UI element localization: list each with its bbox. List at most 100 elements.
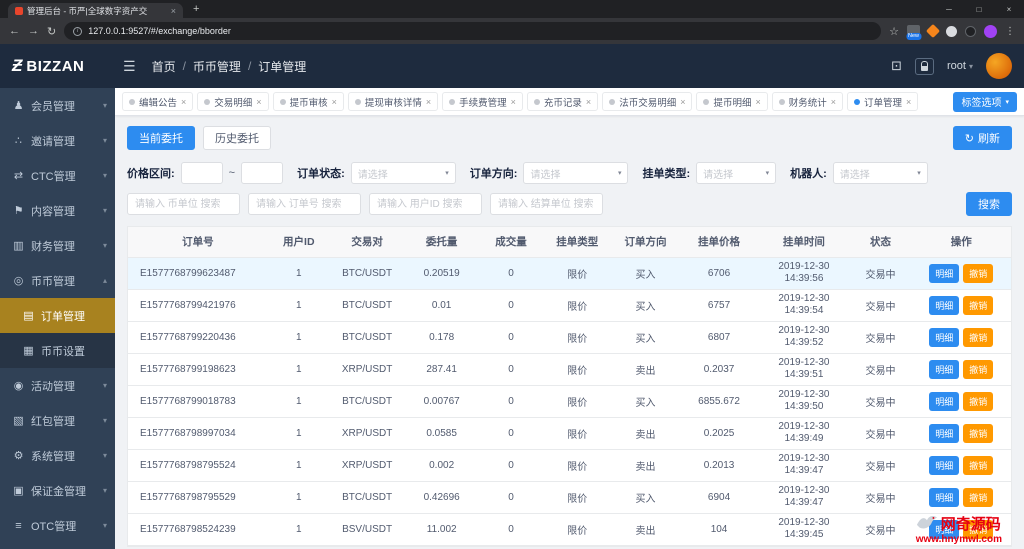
- extension-dark-icon[interactable]: [965, 25, 976, 37]
- tag-close-icon[interactable]: ×: [906, 97, 911, 107]
- detail-button[interactable]: 明细: [929, 455, 960, 475]
- detail-button[interactable]: 明细: [929, 391, 960, 411]
- browser-menu-icon[interactable]: ⋮: [1005, 26, 1015, 37]
- back-icon[interactable]: ←: [9, 25, 20, 37]
- cancel-button[interactable]: 撤销: [963, 391, 994, 411]
- robot-select[interactable]: 请选择 ▾: [832, 162, 928, 184]
- minimize-button[interactable]: ─: [934, 0, 964, 18]
- sidebar-item-margin[interactable]: ▣ 保证金管理 ▾: [0, 473, 115, 508]
- tag-close-icon[interactable]: ×: [586, 97, 591, 107]
- tag-item[interactable]: 编辑公告 ×: [122, 92, 194, 111]
- browser-tab[interactable]: 管理后台 - 币严|全球数字资产交 ×: [8, 3, 183, 18]
- tag-close-icon[interactable]: ×: [680, 97, 685, 107]
- hamburger-menu-icon[interactable]: ☰: [123, 58, 136, 75]
- tag-dot: [854, 98, 861, 105]
- tab-close-icon[interactable]: ×: [171, 6, 176, 16]
- order-type-select[interactable]: 请选择 ▾: [696, 162, 777, 184]
- tag-item[interactable]: 手续费管理 ×: [442, 92, 523, 111]
- sidebar-item-order-doc[interactable]: ▤ 订单管理: [0, 298, 115, 333]
- breadcrumb-item[interactable]: 币币管理: [193, 58, 241, 75]
- history-orders-button[interactable]: 历史委托: [203, 126, 271, 150]
- detail-button[interactable]: 明细: [929, 295, 960, 315]
- detail-button[interactable]: 明细: [929, 359, 960, 379]
- breadcrumb-item[interactable]: 订单管理: [258, 58, 306, 75]
- window-close-button[interactable]: ×: [994, 0, 1024, 18]
- sidebar-item-coin-settings[interactable]: ▦ 币币设置: [0, 333, 115, 368]
- tag-close-icon[interactable]: ×: [511, 97, 516, 107]
- sidebar-item-exchange[interactable]: ◎ 币币管理 ▴: [0, 263, 115, 298]
- tag-item[interactable]: 法币交易明细 ×: [602, 92, 693, 111]
- tag-options-button[interactable]: 标签选项 ▾: [953, 91, 1017, 112]
- sidebar-item-activity[interactable]: ◉ 活动管理 ▾: [0, 368, 115, 403]
- search-orderno-input[interactable]: [248, 193, 361, 215]
- order-direction-select[interactable]: 请选择 ▾: [523, 162, 629, 184]
- user-dropdown[interactable]: root ▾: [947, 60, 973, 72]
- tag-item[interactable]: 订单管理 ×: [847, 92, 919, 111]
- new-tab-button[interactable]: +: [193, 3, 199, 15]
- search-userid-input[interactable]: [369, 193, 482, 215]
- sidebar-item-finance[interactable]: ▥ 财务管理 ▾: [0, 228, 115, 263]
- browser-profile-avatar[interactable]: [984, 24, 997, 38]
- current-orders-button[interactable]: 当前委托: [127, 126, 195, 150]
- tag-item[interactable]: 交易明细 ×: [197, 92, 269, 111]
- detail-button[interactable]: 明细: [929, 263, 960, 283]
- bookmark-star-icon[interactable]: ☆: [889, 25, 899, 38]
- maximize-button[interactable]: □: [964, 0, 994, 18]
- cell-time: 2019-12-30 14:39:54: [758, 289, 850, 322]
- tag-item[interactable]: 提现审核详情 ×: [347, 92, 439, 111]
- order-status-select[interactable]: 请选择 ▾: [350, 162, 456, 184]
- chevron-down-icon: ▾: [102, 241, 107, 250]
- detail-button[interactable]: 明细: [929, 423, 960, 443]
- tag-item[interactable]: 财务统计 ×: [771, 92, 844, 111]
- user-avatar[interactable]: [986, 53, 1012, 79]
- cancel-button[interactable]: 撤销: [963, 487, 994, 507]
- sidebar-item-members[interactable]: ♟ 会员管理 ▾: [0, 88, 115, 123]
- cancel-button[interactable]: 撤销: [963, 359, 994, 379]
- refresh-button[interactable]: ↻ 刷新: [952, 126, 1012, 150]
- sidebar-item-invite[interactable]: ∴ 邀请管理 ▾: [0, 123, 115, 158]
- url-bar[interactable]: i 127.0.0.1:9527/#/exchange/bborder: [64, 22, 882, 40]
- tag-item[interactable]: 充币记录 ×: [526, 92, 599, 111]
- cancel-button[interactable]: 撤销: [963, 519, 994, 539]
- fullscreen-icon[interactable]: ⊡: [891, 58, 902, 74]
- tag-close-icon[interactable]: ×: [332, 97, 337, 107]
- sidebar-item-content[interactable]: ⚑ 内容管理 ▾: [0, 193, 115, 228]
- tag-close-icon[interactable]: ×: [755, 97, 760, 107]
- cancel-button[interactable]: 撤销: [963, 295, 994, 315]
- sidebar: ♟ 会员管理 ▾ ∴ 邀请管理 ▾ ⇄ CTC管理 ▾ ⚑ 内容管理 ▾ ▥ 财务管理 ▾ ◎ 币币管理 ▴ ▤ 订单…: [0, 88, 115, 549]
- extension-new-icon[interactable]: New: [905, 25, 922, 40]
- tag-close-icon[interactable]: ×: [181, 97, 186, 107]
- lock-icon[interactable]: [915, 57, 935, 75]
- search-baseunit-input[interactable]: [490, 193, 603, 215]
- search-button[interactable]: 搜索: [966, 192, 1012, 216]
- extension-light-icon[interactable]: [946, 25, 957, 37]
- tag-item[interactable]: 提币明细 ×: [696, 92, 768, 111]
- tag-close-icon[interactable]: ×: [426, 97, 431, 107]
- tag-close-icon[interactable]: ×: [256, 97, 261, 107]
- table-row: E1577768799018783 1 BTC/USDT 0.00767 0 限价 买入 68…: [128, 385, 1011, 418]
- forward-icon[interactable]: →: [28, 25, 39, 37]
- cell-actions: 明细 撤销: [911, 481, 1011, 514]
- detail-button[interactable]: 明细: [929, 519, 960, 539]
- order-doc-icon: ▤: [23, 310, 34, 322]
- tag-item[interactable]: 提币审核 ×: [272, 92, 344, 111]
- metamask-extension-icon[interactable]: [925, 23, 941, 39]
- site-info-icon[interactable]: i: [73, 26, 83, 36]
- reload-icon[interactable]: ↻: [47, 25, 56, 38]
- price-min-input[interactable]: [180, 162, 223, 184]
- cancel-button[interactable]: 撤销: [963, 263, 994, 283]
- cancel-button[interactable]: 撤销: [963, 455, 994, 475]
- detail-button[interactable]: 明细: [929, 327, 960, 347]
- breadcrumb-item[interactable]: 首页: [152, 58, 176, 75]
- search-coin-input[interactable]: [127, 193, 240, 215]
- price-max-input[interactable]: [241, 162, 284, 184]
- detail-button[interactable]: 明细: [929, 487, 960, 507]
- sidebar-item-system[interactable]: ⚙ 系统管理 ▾: [0, 438, 115, 473]
- cell-price: 6807: [679, 321, 759, 354]
- sidebar-item-ctc[interactable]: ⇄ CTC管理 ▾: [0, 158, 115, 193]
- sidebar-item-redpacket[interactable]: ▧ 红包管理 ▾: [0, 403, 115, 438]
- sidebar-item-otc[interactable]: ≡ OTC管理 ▾: [0, 508, 115, 543]
- cancel-button[interactable]: 撤销: [963, 327, 994, 347]
- cancel-button[interactable]: 撤销: [963, 423, 994, 443]
- tag-close-icon[interactable]: ×: [831, 97, 836, 107]
